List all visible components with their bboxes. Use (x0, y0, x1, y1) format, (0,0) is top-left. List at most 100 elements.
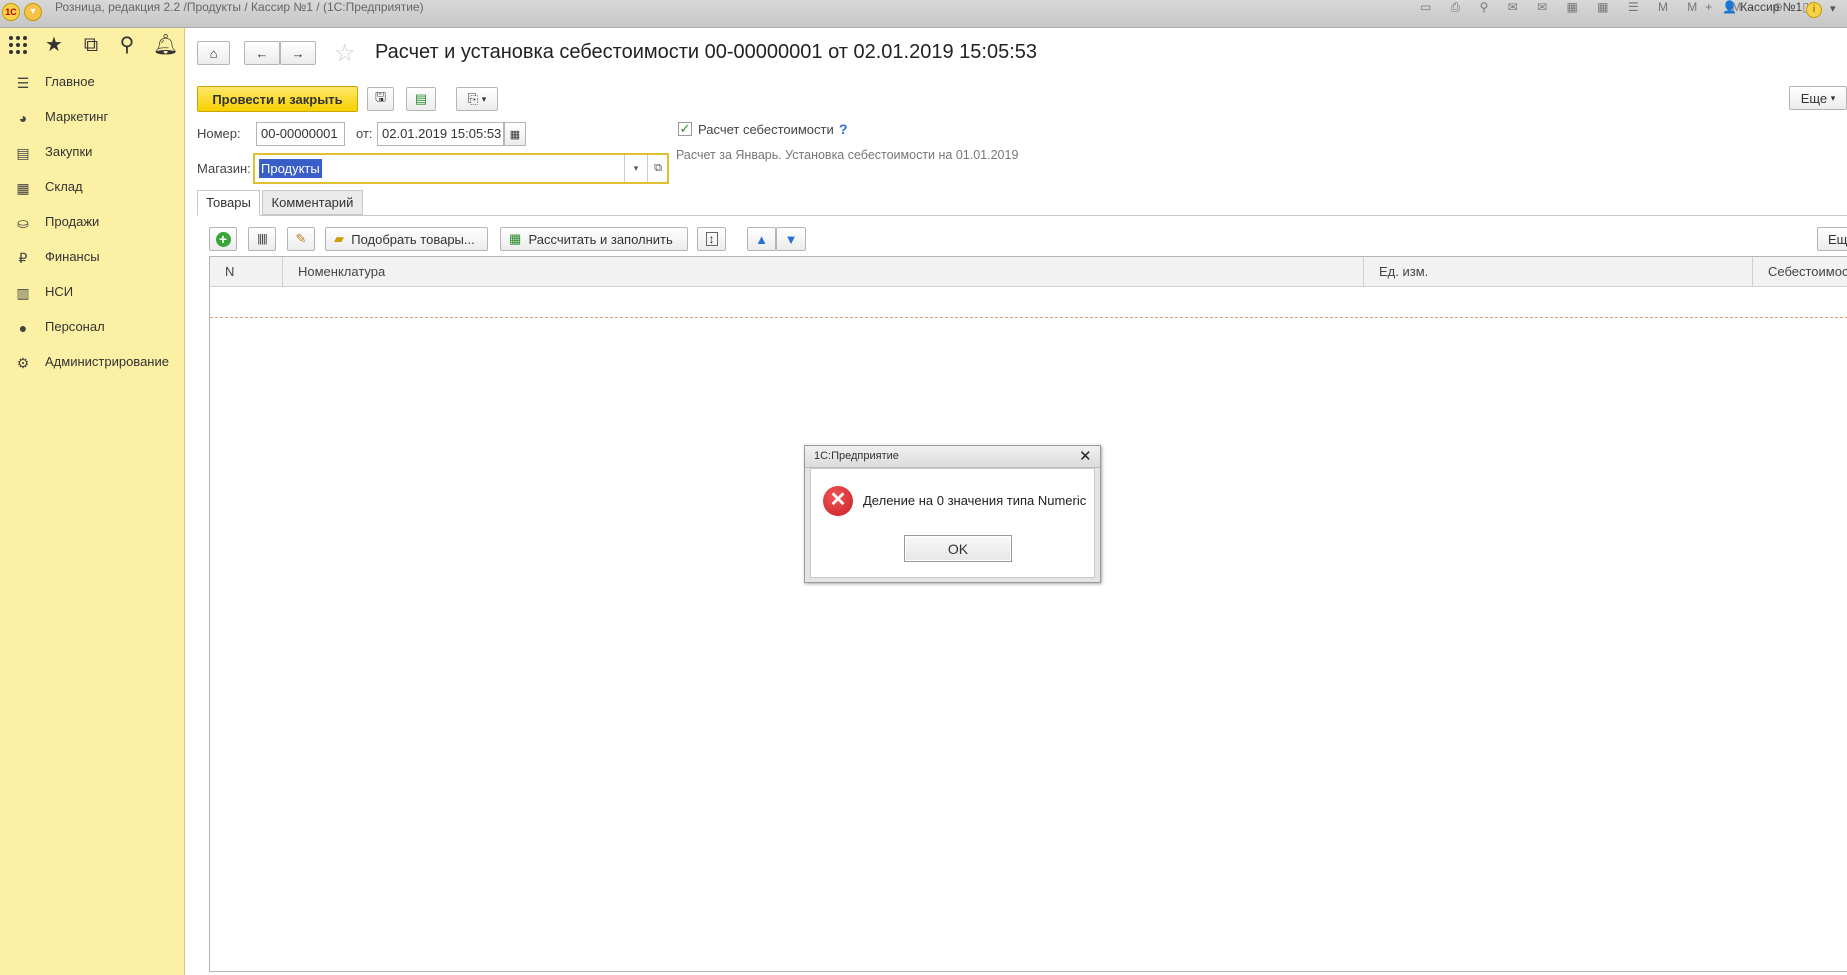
sidebar-item-finance[interactable]: ₽ Финансы (0, 243, 185, 273)
goods-table: N Номенклатура Ед. изм. Себестоимость (209, 256, 1847, 972)
dialog-message: Деление на 0 значения типа Numeric (863, 493, 1087, 508)
calculate-fill-button[interactable]: ▦ Рассчитать и заполнить (500, 227, 688, 251)
table-icon: ▦ (509, 231, 522, 246)
apps-grid-icon[interactable] (7, 34, 29, 56)
column-header-item[interactable]: Номенклатура (298, 264, 385, 279)
separator (647, 155, 648, 182)
favorite-star-icon[interactable]: ☆ (334, 39, 356, 68)
error-icon: ✕ (823, 486, 853, 516)
sidebar-item-staff[interactable]: ● Персонал (0, 313, 185, 343)
main-menu-button[interactable]: ▾ (24, 3, 42, 21)
help-link[interactable]: ? (839, 121, 848, 137)
home-button[interactable]: ⌂ (197, 41, 230, 65)
more-button[interactable]: Еще ▾ (1789, 86, 1847, 110)
pie-chart-icon: ◕ (18, 110, 28, 126)
pencil-icon: ✎ (295, 231, 307, 246)
dialog-close-button[interactable]: ✕ (1079, 447, 1092, 465)
ok-button[interactable]: OK (904, 535, 1012, 562)
barcode-icon: ||||| (257, 233, 267, 245)
tab-comment[interactable]: Комментарий (262, 190, 363, 215)
sidebar-item-admin[interactable]: ⚙ Администрирование (0, 348, 185, 378)
sidebar-item-label: Склад (45, 179, 83, 194)
search-icon[interactable]: ⚲ (116, 34, 138, 56)
store-field-wrapper: Продукты ▾ ⧉ (253, 153, 669, 184)
sidebar-item-nsi[interactable]: ▥ НСИ (0, 278, 185, 308)
cart-icon: ▤ (16, 145, 30, 161)
sidebar-item-label: Маркетинг (45, 109, 109, 124)
history-icon[interactable]: ⧉ (80, 34, 102, 56)
forward-button[interactable]: → (280, 41, 316, 65)
gear-icon: ⚙ (16, 355, 30, 371)
table-more-button[interactable]: Еще (1817, 227, 1847, 251)
save-button[interactable]: 🖫 (367, 87, 394, 111)
sidebar-item-sales[interactable]: ⛀ Продажи (0, 208, 185, 238)
bell-icon[interactable]: 🔔︎ (153, 34, 178, 56)
sidebar-item-label: Закупки (45, 144, 93, 159)
current-user[interactable]: 👤 Кассир №1 (1722, 0, 1802, 14)
sort-icon: ↕ (705, 232, 718, 246)
column-separator (1752, 257, 1753, 287)
back-button[interactable]: ← (244, 41, 280, 65)
info-icon[interactable]: i (1806, 2, 1822, 18)
column-separator (282, 257, 283, 287)
error-dialog: 1С:Предприятие ✕ ✕ Деление на 0 значения… (804, 445, 1101, 583)
sidebar-item-label: Администрирование (45, 354, 169, 369)
save-icon: 🖫 (374, 89, 387, 104)
sidebar-item-label: Главное (45, 74, 95, 89)
sidebar-item-label: Финансы (45, 249, 100, 264)
calculate-fill-label: Рассчитать и заполнить (528, 231, 673, 247)
star-icon[interactable]: ★ (43, 34, 65, 56)
post-and-close-button[interactable]: Провести и закрыть (197, 86, 358, 112)
post-button[interactable]: ▤ (406, 87, 436, 111)
user-name: Кассир №1 (1740, 0, 1803, 14)
date-field[interactable]: 02.01.2019 15:05:53 (377, 122, 504, 146)
column-header-n[interactable]: N (225, 264, 234, 279)
move-up-button[interactable]: ▲ (747, 227, 776, 251)
ruble-icon: ₽ (18, 250, 28, 266)
move-down-button[interactable]: ▼ (776, 227, 806, 251)
sidebar-item-label: Продажи (45, 214, 100, 229)
add-row-button[interactable]: + (209, 227, 237, 251)
calendar-button[interactable]: ▦ (504, 122, 526, 146)
calendar-icon: ▦ (509, 128, 521, 141)
open-link-icon[interactable]: ⧉ (649, 159, 667, 178)
table-row-divider (210, 317, 1847, 318)
sidebar-item-marketing[interactable]: ◕ Маркетинг (0, 103, 185, 133)
home-icon: ⌂ (209, 45, 218, 61)
sidebar-item-purchases[interactable]: ▤ Закупки (0, 138, 185, 168)
store-input[interactable]: Продукты (259, 159, 322, 178)
page-title: Расчет и установка себестоимости 00-0000… (375, 41, 1037, 63)
sidebar-item-main[interactable]: ☰ Главное (0, 68, 185, 98)
window-title: Розница, редакция 2.2 /Продукты / Кассир… (55, 0, 424, 14)
more-label: Еще (1800, 90, 1828, 106)
dialog-body: ✕ Деление на 0 значения типа Numeric OK (810, 468, 1095, 578)
sidebar-item-warehouse[interactable]: ▦ Склад (0, 173, 185, 203)
edit-button[interactable]: ✎ (287, 227, 315, 251)
checkmark-icon: ✓ (679, 121, 691, 136)
folder-icon: ▰ (334, 231, 344, 246)
arrow-left-icon: ← (255, 45, 269, 61)
chevron-down-icon: ▾ (481, 93, 487, 104)
separator (624, 155, 625, 182)
column-header-unit[interactable]: Ед. изм. (1379, 264, 1428, 279)
cost-calc-checkbox[interactable]: ✓ (678, 122, 692, 136)
store-dropdown-button[interactable]: ▾ (626, 159, 646, 178)
number-label: Номер: (197, 126, 241, 141)
print-menu-button[interactable]: ⎘ ▾ (456, 87, 498, 111)
sidebar-item-label: Персонал (45, 319, 105, 334)
chevron-down-icon[interactable]: ▾ (1830, 2, 1836, 15)
column-header-cost[interactable]: Себестоимость (1768, 264, 1847, 279)
post-icon: ▤ (414, 91, 428, 106)
sort-button[interactable]: ↕ (697, 227, 726, 251)
barcode-button[interactable]: ||||| (248, 227, 276, 251)
add-icon: + (215, 231, 231, 247)
pick-goods-button[interactable]: ▰ Подобрать товары... (325, 227, 488, 251)
number-field[interactable]: 00-00000001 (256, 122, 345, 146)
user-icon: 👤 (1722, 0, 1737, 14)
title-bar: 1C ▾ Розница, редакция 2.2 /Продукты / К… (0, 0, 1847, 28)
tab-goods[interactable]: Товары (197, 190, 260, 216)
cost-description: Расчет за Январь. Установка себестоимост… (676, 148, 1019, 162)
arrow-up-icon: ▲ (755, 231, 768, 247)
chevron-down-icon: ▾ (1830, 92, 1836, 103)
store-label: Магазин: (197, 161, 251, 176)
